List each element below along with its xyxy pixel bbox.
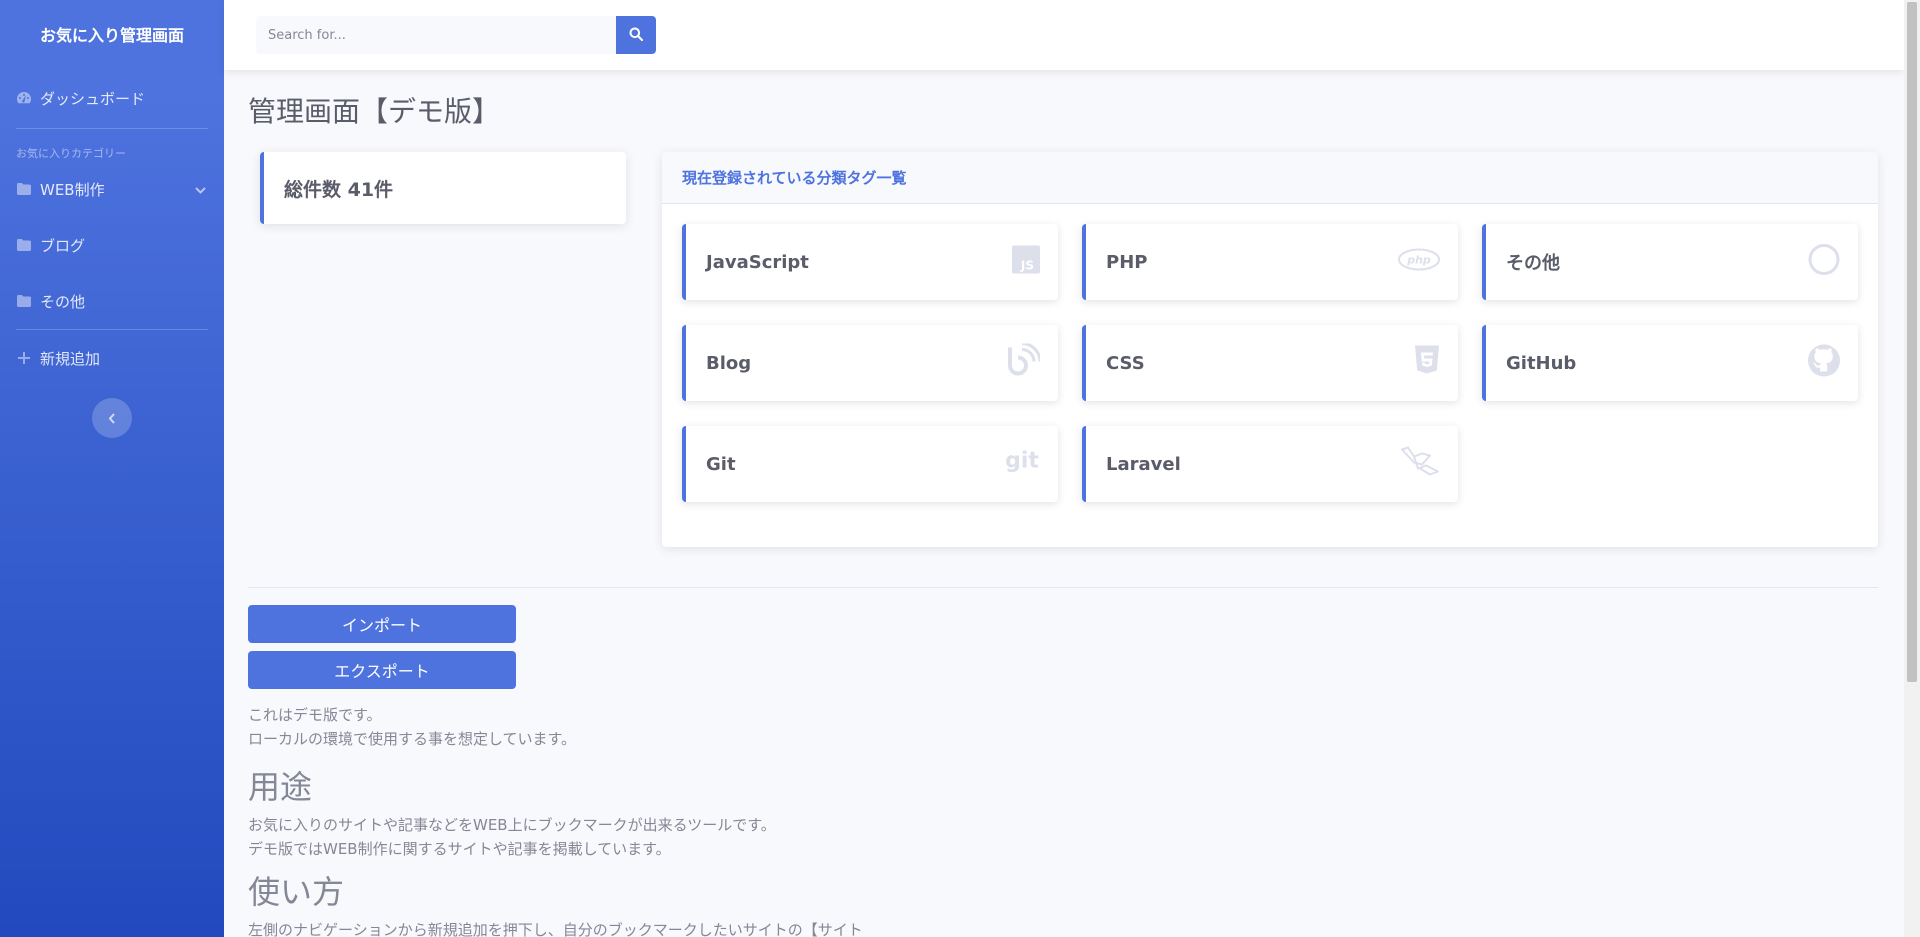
sidebar-brand[interactable]: お気に入り管理画面 (0, 0, 224, 68)
tag-card-blog[interactable]: Blog (682, 325, 1058, 401)
js-icon: JS (1012, 245, 1040, 279)
laravel-icon (1400, 446, 1440, 482)
tag-panel: 現在登録されている分類タグ一覧 JavaScript JS PHP php その… (662, 152, 1878, 547)
scrollbar-thumb[interactable] (1907, 2, 1917, 682)
usage-line: デモ版ではWEB制作に関するサイトや記事を掲載しています。 (248, 840, 671, 858)
tag-label: その他 (1506, 253, 1560, 274)
php-icon: php (1398, 248, 1440, 277)
svg-text:git: git (1005, 449, 1039, 474)
tag-label: PHP (1106, 251, 1148, 273)
sidebar: お気に入り管理画面 ダッシュボード お気に入りカテゴリー WEB制作 ブログ そ… (0, 0, 224, 937)
chevron-left-icon (108, 409, 116, 428)
tag-card-git[interactable]: Git git (682, 426, 1058, 502)
tag-label: Git (706, 453, 736, 475)
search-input[interactable] (256, 16, 616, 54)
intro-text: これはデモ版です。 ローカルの環境で使用する事を想定しています。 (248, 703, 576, 751)
tag-card-laravel[interactable]: Laravel (1082, 426, 1458, 502)
sidebar-toggle-button[interactable] (92, 398, 132, 438)
sidebar-item-label: その他 (40, 292, 86, 311)
tag-label: Laravel (1106, 453, 1181, 475)
circle-icon (1808, 244, 1840, 281)
github-icon (1808, 344, 1840, 382)
search-button[interactable] (616, 16, 656, 54)
tag-card-other[interactable]: その他 (1482, 224, 1858, 300)
sidebar-item-web[interactable]: WEB制作 (0, 161, 224, 217)
sidebar-item-other[interactable]: その他 (0, 273, 224, 329)
tag-label: GitHub (1506, 352, 1577, 374)
sidebar-heading: お気に入りカテゴリー (16, 147, 126, 160)
usage-heading: 用途 (248, 768, 313, 806)
total-count: 総件数 41件 (284, 178, 394, 201)
tag-card-php[interactable]: PHP php (1082, 224, 1458, 300)
howto-heading: 使い方 (248, 873, 345, 911)
intro-line: ローカルの環境で使用する事を想定しています。 (248, 730, 577, 748)
tag-panel-title: 現在登録されている分類タグ一覧 (662, 152, 1878, 204)
sidebar-item-blog[interactable]: ブログ (0, 217, 224, 273)
sidebar-item-label: ブログ (40, 236, 86, 255)
total-count-card: 総件数 41件 (260, 152, 626, 224)
export-button[interactable]: エクスポート (248, 651, 516, 689)
search-form (256, 16, 656, 54)
page-title: 管理画面【デモ版】 (248, 95, 501, 128)
usage-line: お気に入りのサイトや記事などをWEB上にブックマークが出来るツールです。 (248, 816, 776, 834)
blog-icon (1006, 342, 1042, 383)
howto-text: 左側のナビゲーションから新規追加を押下し、自分のブックマークしたいサイトの【サイ… (248, 918, 863, 937)
svg-text:JS: JS (1020, 259, 1034, 273)
tag-label: Blog (706, 352, 752, 374)
usage-text: お気に入りのサイトや記事などをWEB上にブックマークが出来るツールです。 デモ版… (248, 813, 776, 861)
import-button[interactable]: インポート (248, 605, 516, 643)
tag-card-css[interactable]: CSS (1082, 325, 1458, 401)
git-icon: git (1004, 448, 1040, 481)
tag-card-javascript[interactable]: JavaScript JS (682, 224, 1058, 300)
section-divider (248, 587, 1878, 588)
folder-icon (16, 237, 32, 253)
chevron-down-icon (195, 180, 206, 198)
sidebar-item-label: 新規追加 (40, 349, 101, 368)
css3-icon (1414, 345, 1440, 381)
svg-text:php: php (1406, 254, 1431, 267)
plus-icon (16, 350, 32, 366)
tag-label: JavaScript (706, 251, 809, 273)
scrollbar[interactable] (1904, 0, 1920, 937)
sidebar-item-dashboard[interactable]: ダッシュボード (0, 68, 224, 128)
topbar (224, 0, 1904, 70)
folder-icon (16, 181, 32, 197)
tachometer-icon (16, 90, 32, 106)
folder-icon (16, 293, 32, 309)
tag-grid: JavaScript JS PHP php その他 Blog CSS GitHu… (662, 204, 1878, 502)
howto-line: 左側のナビゲーションから新規追加を押下し、自分のブックマークしたいサイトの【サイ… (248, 921, 863, 937)
sidebar-item-label: WEB制作 (40, 180, 105, 199)
main-content: 管理画面【デモ版】 総件数 41件 現在登録されている分類タグ一覧 JavaSc… (248, 70, 1878, 937)
sidebar-item-add[interactable]: 新規追加 (0, 330, 224, 386)
tag-label: CSS (1106, 352, 1145, 374)
sidebar-item-label: ダッシュボード (40, 89, 146, 108)
search-icon (629, 26, 644, 45)
tag-card-github[interactable]: GitHub (1482, 325, 1858, 401)
intro-line: これはデモ版です。 (248, 706, 382, 724)
